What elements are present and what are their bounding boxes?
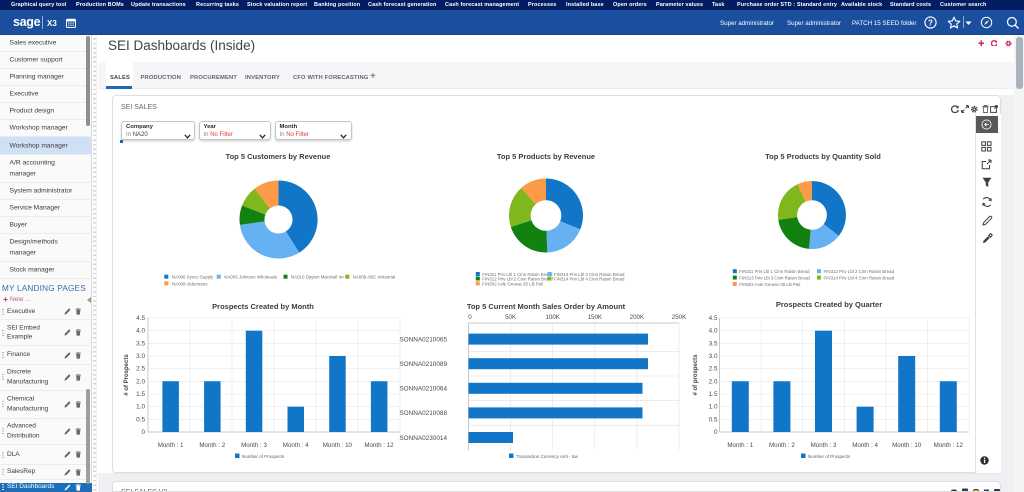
svg-text:Month : 1: Month : 1 [727, 442, 753, 449]
svg-text:SONNA0230014: SONNA0230014 [399, 435, 447, 442]
svg-text:4.0: 4.0 [136, 328, 145, 335]
svg-text:SONNA0210065: SONNA0210065 [399, 337, 447, 344]
svg-text:Prospects Created by Quarter: Prospects Created by Quarter [776, 300, 882, 309]
svg-text:Month : 2: Month : 2 [769, 442, 795, 449]
svg-text:NA006 Sysco Supply: NA006 Sysco Supply [172, 275, 214, 280]
svg-text:?: ? [928, 18, 933, 27]
svg-text:1.5: 1.5 [709, 391, 718, 398]
svg-text:Month : 4: Month : 4 [852, 442, 878, 449]
svg-text:SONNA0210088: SONNA0210088 [399, 410, 447, 417]
svg-text:Top 5 Products by Revenue: Top 5 Products by Revenue [497, 152, 595, 161]
svg-text:0: 0 [468, 314, 472, 321]
svg-text:NA009 ABC Industrial: NA009 ABC Industrial [353, 275, 395, 280]
svg-text:2.5: 2.5 [709, 366, 718, 373]
svg-text:1.0: 1.0 [136, 404, 145, 411]
svg-text:250K: 250K [672, 314, 687, 321]
svg-text:4.5: 4.5 [709, 315, 718, 322]
svg-text:1.0: 1.0 [709, 404, 718, 411]
svg-text:4.0: 4.0 [709, 328, 718, 335]
svg-text:Transaction Currency Amt - tax: Transaction Currency Amt - tax [516, 454, 579, 459]
svg-text:Number of Prospects: Number of Prospects [808, 454, 851, 459]
svg-text:3.0: 3.0 [136, 353, 145, 360]
svg-text:Top 5 Products by Quantity Sol: Top 5 Products by Quantity Sold [765, 152, 881, 161]
svg-text:3.5: 3.5 [709, 340, 718, 347]
svg-text:Top 5 Current Month Sales Orde: Top 5 Current Month Sales Order by Amoun… [467, 302, 626, 311]
svg-text:FIN313 Priv Lbl 3 Cinn Raisin: FIN313 Priv Lbl 3 Cinn Raisin Bread [739, 276, 810, 281]
svg-text:Month : 3: Month : 3 [241, 442, 267, 449]
svg-text:150K: 150K [588, 314, 603, 321]
svg-text:2.5: 2.5 [136, 366, 145, 373]
svg-text:Number of Prospects: Number of Prospects [242, 454, 285, 459]
svg-text:Month : 12: Month : 12 [364, 442, 394, 449]
svg-text:SONNA0210089: SONNA0210089 [399, 361, 447, 368]
svg-text:50K: 50K [505, 314, 517, 321]
svg-text:FIN502 Axle Grease-35 LB Pail: FIN502 Axle Grease-35 LB Pail [739, 282, 800, 287]
svg-text:FIN312 Priv Lbl 2 Cinn Raisin: FIN312 Priv Lbl 2 Cinn Raisin Bread [824, 269, 895, 274]
svg-text:0.5: 0.5 [709, 416, 718, 423]
svg-text:3.5: 3.5 [136, 340, 145, 347]
svg-text:NA008 Aldermans: NA008 Aldermans [172, 281, 208, 286]
svg-text:0: 0 [141, 429, 145, 436]
svg-text:1.5: 1.5 [136, 391, 145, 398]
svg-text:# of Prospects: # of Prospects [124, 354, 130, 396]
svg-text:Top 5 Customers by Revenue: Top 5 Customers by Revenue [226, 152, 331, 161]
svg-text:100K: 100K [545, 314, 560, 321]
svg-text:2.0: 2.0 [709, 378, 718, 385]
svg-text:FIN314 Priv Lbl 4 Cinn Raisin: FIN314 Priv Lbl 4 Cinn Raisin Bread [554, 277, 625, 282]
svg-text:200K: 200K [630, 314, 645, 321]
svg-text:FIN502 Axle Grease.35 LB Pail: FIN502 Axle Grease.35 LB Pail [482, 281, 543, 286]
svg-text:Month : 4: Month : 4 [283, 442, 309, 449]
svg-text:Month : 2: Month : 2 [199, 442, 225, 449]
svg-text:NA005 Johnson Wholesale: NA005 Johnson Wholesale [224, 275, 278, 280]
svg-text:FIN311 Priv Lbl 1 Cinn Raisin: FIN311 Priv Lbl 1 Cinn Raisin Bread [739, 269, 810, 274]
svg-text:0: 0 [714, 429, 718, 436]
svg-text:0.5: 0.5 [136, 416, 145, 423]
svg-text:NA010 Dayton Marshall Inc: NA010 Dayton Marshall Inc [291, 275, 345, 280]
svg-text:# of prospects: # of prospects [693, 354, 699, 396]
svg-text:FIN314 Priv Lbl 4 Cinn Raisin: FIN314 Priv Lbl 4 Cinn Raisin Bread [824, 276, 895, 281]
svg-text:3.0: 3.0 [709, 353, 718, 360]
svg-text:Month : 12: Month : 12 [934, 442, 964, 449]
svg-text:4.5: 4.5 [136, 315, 145, 322]
svg-text:Month : 3: Month : 3 [811, 442, 837, 449]
svg-text:Month : 10: Month : 10 [892, 442, 922, 449]
svg-text:Month : 10: Month : 10 [323, 442, 353, 449]
svg-text:Month : 1: Month : 1 [158, 442, 184, 449]
svg-text:Prospects Created by Month: Prospects Created by Month [212, 302, 314, 311]
svg-text:2.0: 2.0 [136, 378, 145, 385]
svg-text:SONNA0210064: SONNA0210064 [399, 386, 447, 393]
